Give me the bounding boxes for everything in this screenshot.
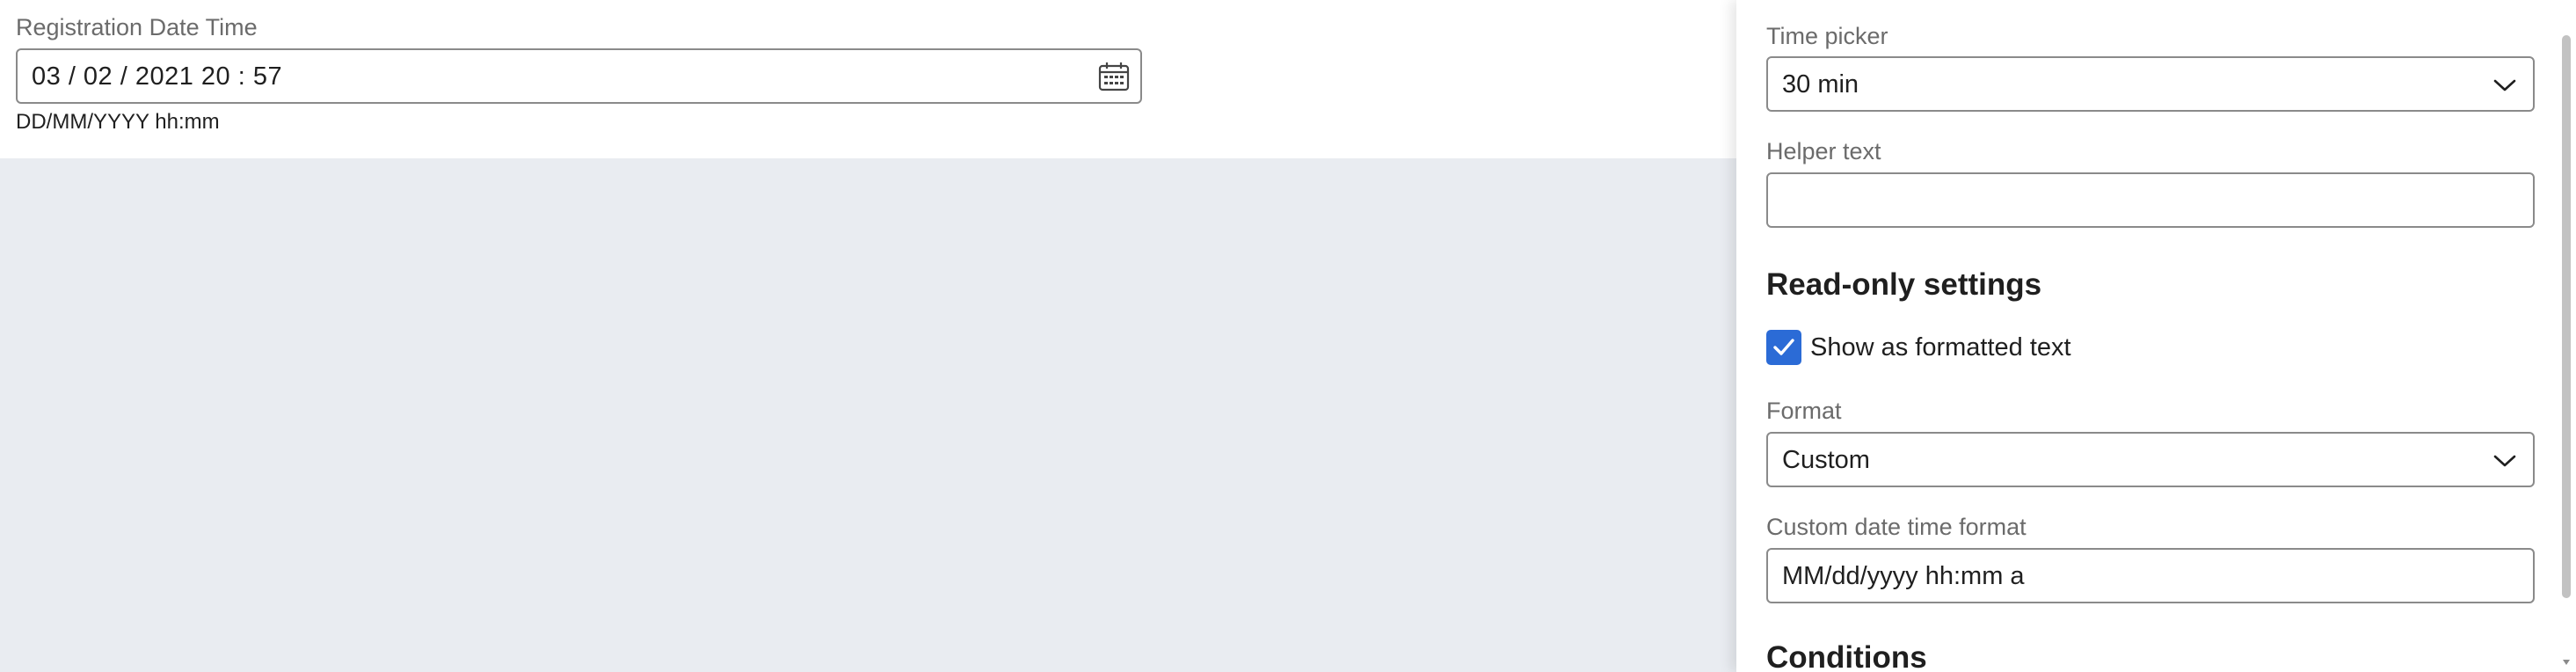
time-picker-select[interactable]: 30 min [1766, 56, 2535, 112]
conditions-heading: Conditions [1766, 640, 1927, 672]
custom-date-time-format-value: MM/dd/yyyy hh:mm a [1782, 562, 2025, 590]
date-time-field-card[interactable]: Registration Date Time 03 / 02 / 2021 20… [0, 0, 1736, 158]
custom-date-time-format-label: Custom date time format [1766, 514, 2027, 540]
format-value: Custom [1782, 446, 1870, 474]
show-formatted-text-checkbox[interactable] [1766, 330, 1801, 365]
scroll-down-arrow-icon[interactable] [2562, 658, 2571, 667]
show-formatted-text-label[interactable]: Show as formatted text [1810, 333, 2071, 362]
settings-panel: Time picker 30 min Helper text Read-only… [1736, 0, 2576, 672]
format-select[interactable]: Custom [1766, 432, 2535, 487]
show-formatted-text-row[interactable]: Show as formatted text [1766, 328, 2071, 367]
date-time-value[interactable]: 03 / 02 / 2021 20 : 57 [32, 62, 282, 91]
field-helper-text: DD/MM/YYYY hh:mm [16, 110, 220, 134]
scrollbar-thumb[interactable] [2562, 35, 2571, 598]
helper-text-label: Helper text [1766, 138, 1881, 164]
field-label: Registration Date Time [16, 14, 258, 40]
panel-scrollbar[interactable] [2560, 0, 2572, 672]
calendar-icon[interactable] [1098, 62, 1130, 91]
time-picker-label: Time picker [1766, 23, 1888, 49]
time-picker-value: 30 min [1782, 70, 1859, 99]
chevron-down-icon [2493, 79, 2516, 91]
date-time-input[interactable]: 03 / 02 / 2021 20 : 57 [16, 48, 1142, 104]
format-label: Format [1766, 398, 1842, 424]
form-preview-canvas: Registration Date Time 03 / 02 / 2021 20… [0, 0, 1736, 672]
read-only-settings-heading: Read-only settings [1766, 267, 2042, 302]
custom-date-time-format-input[interactable]: MM/dd/yyyy hh:mm a [1766, 548, 2535, 603]
checkmark-icon [1773, 339, 1794, 355]
helper-text-input[interactable] [1766, 172, 2535, 228]
chevron-down-icon [2493, 455, 2516, 467]
